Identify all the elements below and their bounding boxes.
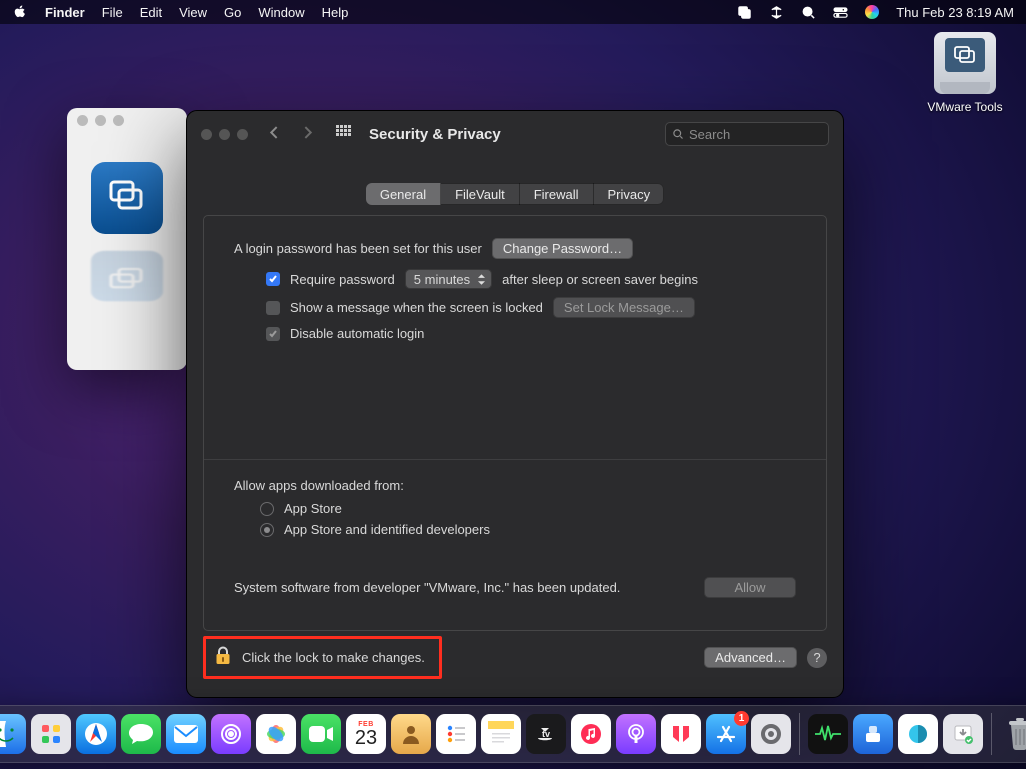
menubar-app-name[interactable]: Finder	[45, 5, 85, 20]
menu-edit[interactable]: Edit	[140, 5, 162, 20]
radio-app-store-label: App Store	[284, 501, 342, 516]
show-message-label: Show a message when the screen is locked	[290, 300, 543, 315]
dock-finder[interactable]	[0, 714, 26, 754]
control-center-icon[interactable]	[832, 4, 848, 20]
tab-privacy[interactable]: Privacy	[594, 183, 665, 205]
dock-separator	[991, 713, 992, 755]
lock-hint-text: Click the lock to make changes.	[242, 650, 425, 665]
login-password-text: A login password has been set for this u…	[234, 241, 482, 256]
back-button[interactable]	[268, 126, 281, 142]
disable-auto-login-checkbox	[266, 327, 280, 341]
window-controls[interactable]	[201, 129, 248, 140]
menu-window[interactable]: Window	[258, 5, 304, 20]
lock-to-make-changes[interactable]: Click the lock to make changes.	[203, 636, 442, 679]
dock-reminders[interactable]	[436, 714, 476, 754]
menubar: Finder File Edit View Go Window Help Thu…	[0, 0, 1026, 24]
dock-notes[interactable]	[481, 714, 521, 754]
vmware-tools-window[interactable]	[67, 108, 187, 370]
dock: FEB 23 tv 1	[0, 705, 1026, 763]
search-placeholder: Search	[689, 127, 730, 142]
dock-mail[interactable]	[166, 714, 206, 754]
dock-activity-monitor[interactable]	[808, 714, 848, 754]
dock-app-blue[interactable]	[853, 714, 893, 754]
tab-bar: General FileVault Firewall Privacy	[366, 183, 664, 205]
forward-button[interactable]	[301, 126, 314, 142]
calendar-day: 23	[355, 728, 377, 748]
require-password-delay-select[interactable]: 5 minutes	[405, 269, 492, 289]
disk-icon	[934, 32, 996, 94]
show-all-icon[interactable]	[336, 125, 351, 143]
security-privacy-window: Security & Privacy Search General FileVa…	[186, 110, 844, 698]
allow-button: Allow	[704, 577, 796, 598]
allow-apps-header: Allow apps downloaded from:	[234, 478, 796, 493]
tab-firewall[interactable]: Firewall	[520, 183, 594, 205]
window-controls[interactable]	[77, 115, 124, 126]
search-input[interactable]: Search	[665, 122, 829, 146]
show-message-checkbox	[266, 301, 280, 315]
apple-menu-icon[interactable]	[12, 4, 28, 20]
input-menu-icon[interactable]	[768, 4, 784, 20]
set-lock-message-button: Set Lock Message…	[553, 297, 695, 318]
general-panel: A login password has been set for this u…	[203, 215, 827, 631]
dock-appstore[interactable]: 1	[706, 714, 746, 754]
spotlight-icon[interactable]	[800, 4, 816, 20]
window-title: Security & Privacy	[369, 126, 501, 143]
toolbar: Security & Privacy Search	[187, 111, 843, 157]
dock-app-installer[interactable]	[943, 714, 983, 754]
chevron-updown-icon	[474, 269, 488, 289]
require-password-suffix: after sleep or screen saver begins	[502, 272, 698, 287]
tab-general[interactable]: General	[366, 183, 441, 205]
dock-messages[interactable]	[121, 714, 161, 754]
dock-podcasts2[interactable]	[616, 714, 656, 754]
menu-file[interactable]: File	[102, 5, 123, 20]
dock-launchpad[interactable]	[31, 714, 71, 754]
dock-podcasts[interactable]	[211, 714, 251, 754]
dock-contacts[interactable]	[391, 714, 431, 754]
dock-news[interactable]	[661, 714, 701, 754]
menu-view[interactable]: View	[179, 5, 207, 20]
require-password-label: Require password	[290, 272, 395, 287]
dock-calendar[interactable]: FEB 23	[346, 714, 386, 754]
appstore-badge: 1	[734, 711, 749, 726]
menu-go[interactable]: Go	[224, 5, 241, 20]
system-software-text: System software from developer "VMware, …	[234, 580, 620, 595]
require-password-checkbox[interactable]	[266, 272, 280, 286]
change-password-button[interactable]: Change Password…	[492, 238, 633, 259]
vmware-tools-app-icon[interactable]	[91, 162, 163, 234]
desktop-icon-label: VMware Tools	[922, 100, 1008, 114]
dock-music[interactable]	[571, 714, 611, 754]
dock-app-cyan[interactable]	[898, 714, 938, 754]
dock-trash[interactable]	[1000, 714, 1026, 754]
radio-app-store	[260, 502, 274, 516]
stage-manager-icon[interactable]	[736, 4, 752, 20]
dock-facetime[interactable]	[301, 714, 341, 754]
advanced-button[interactable]: Advanced…	[704, 647, 797, 668]
menu-help[interactable]: Help	[322, 5, 349, 20]
dock-tv[interactable]: tv	[526, 714, 566, 754]
radio-app-store-identified	[260, 523, 274, 537]
help-button[interactable]: ?	[807, 648, 827, 668]
lock-icon	[214, 646, 232, 669]
dock-photos[interactable]	[256, 714, 296, 754]
tab-filevault[interactable]: FileVault	[441, 183, 520, 205]
siri-icon[interactable]	[864, 4, 880, 20]
desktop-icon-vmware-tools[interactable]: VMware Tools	[922, 32, 1008, 114]
dock-separator	[799, 713, 800, 755]
menubar-datetime[interactable]: Thu Feb 23 8:19 AM	[896, 5, 1014, 20]
dock-safari[interactable]	[76, 714, 116, 754]
disable-auto-login-label: Disable automatic login	[290, 326, 424, 341]
radio-app-store-identified-label: App Store and identified developers	[284, 522, 490, 537]
dock-system-preferences[interactable]	[751, 714, 791, 754]
